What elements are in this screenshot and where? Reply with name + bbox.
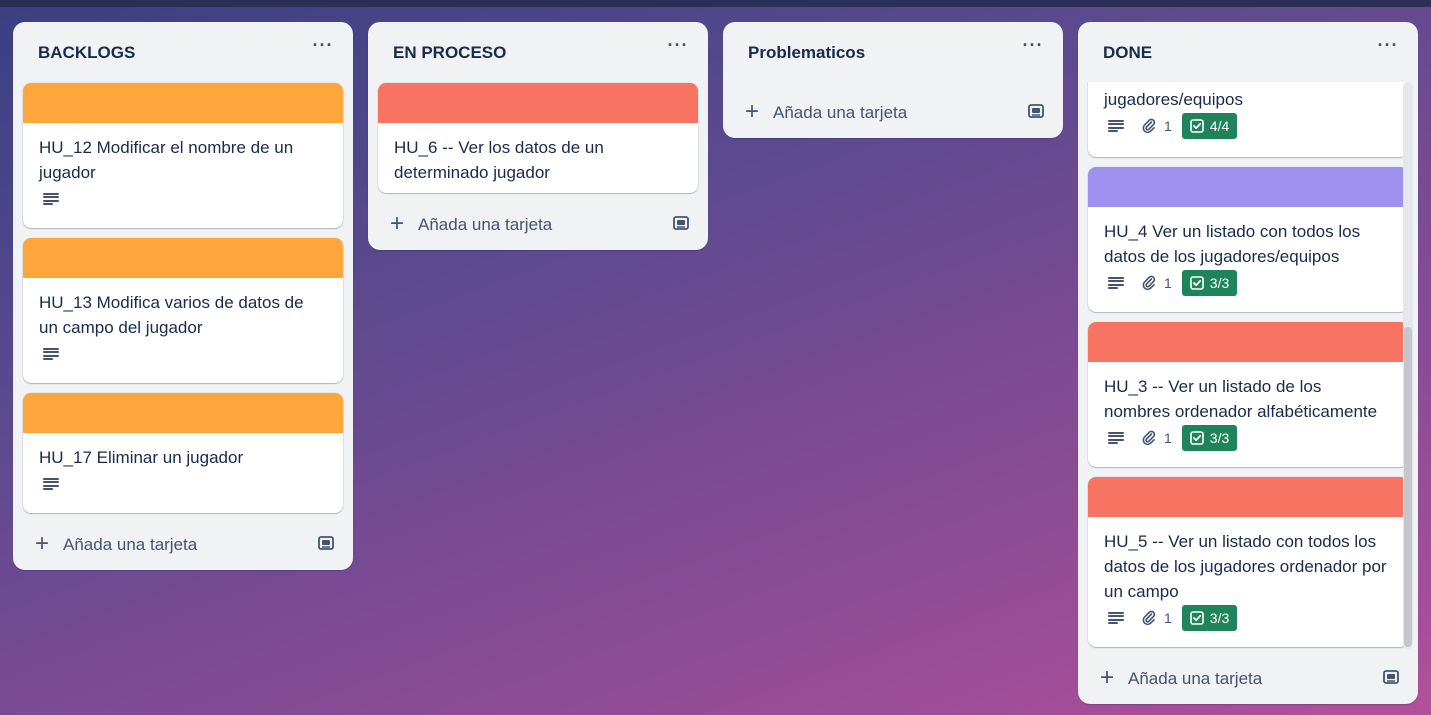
plus-icon: + xyxy=(35,530,50,557)
card-badges xyxy=(23,340,343,370)
attachment-badge: 1 xyxy=(1142,118,1172,134)
ellipsis-icon[interactable]: ··· xyxy=(1374,36,1402,60)
card[interactable]: jugadores/equipos 1 4/4 xyxy=(1088,82,1408,157)
add-card-button[interactable]: + Añada una tarjeta xyxy=(13,524,353,564)
checklist-count: 3/3 xyxy=(1209,610,1230,626)
checklist-badge: 3/3 xyxy=(1181,605,1238,631)
card[interactable]: HU_17 Eliminar un jugador xyxy=(23,393,343,513)
card[interactable]: HU_4 Ver un listado con todos los datos … xyxy=(1088,167,1408,312)
card[interactable]: HU_12 Modificar el nombre de un jugador xyxy=(23,83,343,228)
card-template-icon[interactable] xyxy=(1382,668,1400,686)
checklist-badge: 3/3 xyxy=(1181,425,1238,451)
card[interactable]: HU_3 -- Ver un listado de los nombres or… xyxy=(1088,322,1408,467)
description-icon xyxy=(1108,277,1124,289)
card-badges: 1 3/3 xyxy=(1088,604,1408,634)
card-cover xyxy=(23,393,343,433)
add-card-label: Añada una tarjeta xyxy=(1128,669,1263,688)
checklist-badge: 3/3 xyxy=(1181,270,1238,296)
card-badges: 1 3/3 xyxy=(1088,424,1408,454)
board-top-strip xyxy=(0,0,1431,7)
card[interactable]: HU_13 Modifica varios de datos de un cam… xyxy=(23,238,343,383)
attachment-count: 1 xyxy=(1164,430,1172,446)
paperclip-icon xyxy=(1142,430,1156,446)
list-problematicos: Problematicos ··· + Añada una tarjeta xyxy=(723,22,1063,138)
list-backlogs: BACKLOGS ··· HU_12 Modificar el nombre d… xyxy=(13,22,353,570)
ellipsis-icon[interactable]: ··· xyxy=(664,36,692,60)
attachment-count: 1 xyxy=(1164,275,1172,291)
card-title: HU_4 Ver un listado con todos los datos … xyxy=(1104,222,1361,266)
card-badges: 1 4/4 xyxy=(1088,112,1408,142)
card-template-icon[interactable] xyxy=(317,534,335,552)
add-card-label: Añada una tarjeta xyxy=(773,103,908,122)
plus-icon: + xyxy=(390,210,405,237)
paperclip-icon xyxy=(1142,610,1156,626)
checklist-count: 3/3 xyxy=(1209,430,1230,446)
checklist-count: 3/3 xyxy=(1209,275,1230,291)
card-title: HU_3 -- Ver un listado de los nombres or… xyxy=(1104,377,1378,421)
ellipsis-icon[interactable]: ··· xyxy=(1019,36,1047,60)
checklist-icon xyxy=(1189,119,1204,133)
card-badges: 1 3/3 xyxy=(1088,269,1408,299)
list-header: EN PROCESO ··· xyxy=(368,22,708,82)
card-title: HU_17 Eliminar un jugador xyxy=(39,448,244,467)
card-cover xyxy=(23,238,343,278)
card-badges xyxy=(23,185,343,215)
description-icon xyxy=(43,478,59,490)
card-template-icon[interactable] xyxy=(1027,102,1045,120)
paperclip-icon xyxy=(1142,118,1156,134)
list-title: EN PROCESO xyxy=(393,43,507,62)
add-card-button[interactable]: + Añada una tarjeta xyxy=(1078,658,1418,698)
card-title: jugadores/equipos xyxy=(1104,90,1243,109)
list-scrollbar[interactable] xyxy=(1403,82,1413,649)
checklist-badge: 4/4 xyxy=(1181,113,1238,139)
attachment-count: 1 xyxy=(1164,118,1172,134)
card-title: HU_5 -- Ver un listado con todos los dat… xyxy=(1104,532,1387,601)
card-badges xyxy=(23,470,343,500)
description-icon xyxy=(1108,120,1124,132)
card-title: HU_6 -- Ver los datos de un determinado … xyxy=(394,138,604,182)
paperclip-icon xyxy=(1142,275,1156,291)
description-icon xyxy=(43,193,59,205)
attachment-count: 1 xyxy=(1164,610,1172,626)
list-header: DONE ··· xyxy=(1078,22,1418,82)
card[interactable]: HU_5 -- Ver un listado con todos los dat… xyxy=(1088,477,1408,647)
add-card-label: Añada una tarjeta xyxy=(63,535,198,554)
list-header: Problematicos ··· xyxy=(723,22,1063,82)
card-title: HU_12 Modificar el nombre de un jugador xyxy=(39,138,294,182)
list-title: Problematicos xyxy=(748,43,866,62)
card-cover xyxy=(23,83,343,123)
description-icon xyxy=(43,348,59,360)
plus-icon: + xyxy=(745,98,760,125)
scrollbar-thumb[interactable] xyxy=(1404,327,1412,647)
card-cover xyxy=(1088,167,1408,207)
list-cards-scroll-area[interactable]: jugadores/equipos 1 4/4 HU_4 Ver un list… xyxy=(1078,82,1408,649)
card-title: HU_13 Modifica varios de datos de un cam… xyxy=(39,293,304,337)
add-card-label: Añada una tarjeta xyxy=(418,215,553,234)
description-icon xyxy=(1108,432,1124,444)
attachment-badge: 1 xyxy=(1142,430,1172,446)
list-title: DONE xyxy=(1103,43,1153,62)
ellipsis-icon[interactable]: ··· xyxy=(309,36,337,60)
description-icon xyxy=(1108,612,1124,624)
list-title: BACKLOGS xyxy=(38,43,136,62)
attachment-badge: 1 xyxy=(1142,610,1172,626)
card[interactable]: HU_6 -- Ver los datos de un determinado … xyxy=(378,83,698,193)
checklist-icon xyxy=(1189,276,1204,290)
add-card-button[interactable]: + Añada una tarjeta xyxy=(368,204,708,244)
attachment-badge: 1 xyxy=(1142,275,1172,291)
card-cover xyxy=(1088,477,1408,517)
checklist-icon xyxy=(1189,611,1204,625)
list-header: BACKLOGS ··· xyxy=(13,22,353,82)
checklist-icon xyxy=(1189,431,1204,445)
add-card-button[interactable]: + Añada una tarjeta xyxy=(723,92,1063,132)
card-cover xyxy=(1088,322,1408,362)
list-en-proceso: EN PROCESO ··· HU_6 -- Ver los datos de … xyxy=(368,22,708,250)
plus-icon: + xyxy=(1100,664,1115,691)
card-template-icon[interactable] xyxy=(672,214,690,232)
list-done: DONE ··· jugadores/equipos 1 4/4 HU_4 Ve xyxy=(1078,22,1418,704)
checklist-count: 4/4 xyxy=(1209,118,1230,134)
card-cover xyxy=(378,83,698,123)
